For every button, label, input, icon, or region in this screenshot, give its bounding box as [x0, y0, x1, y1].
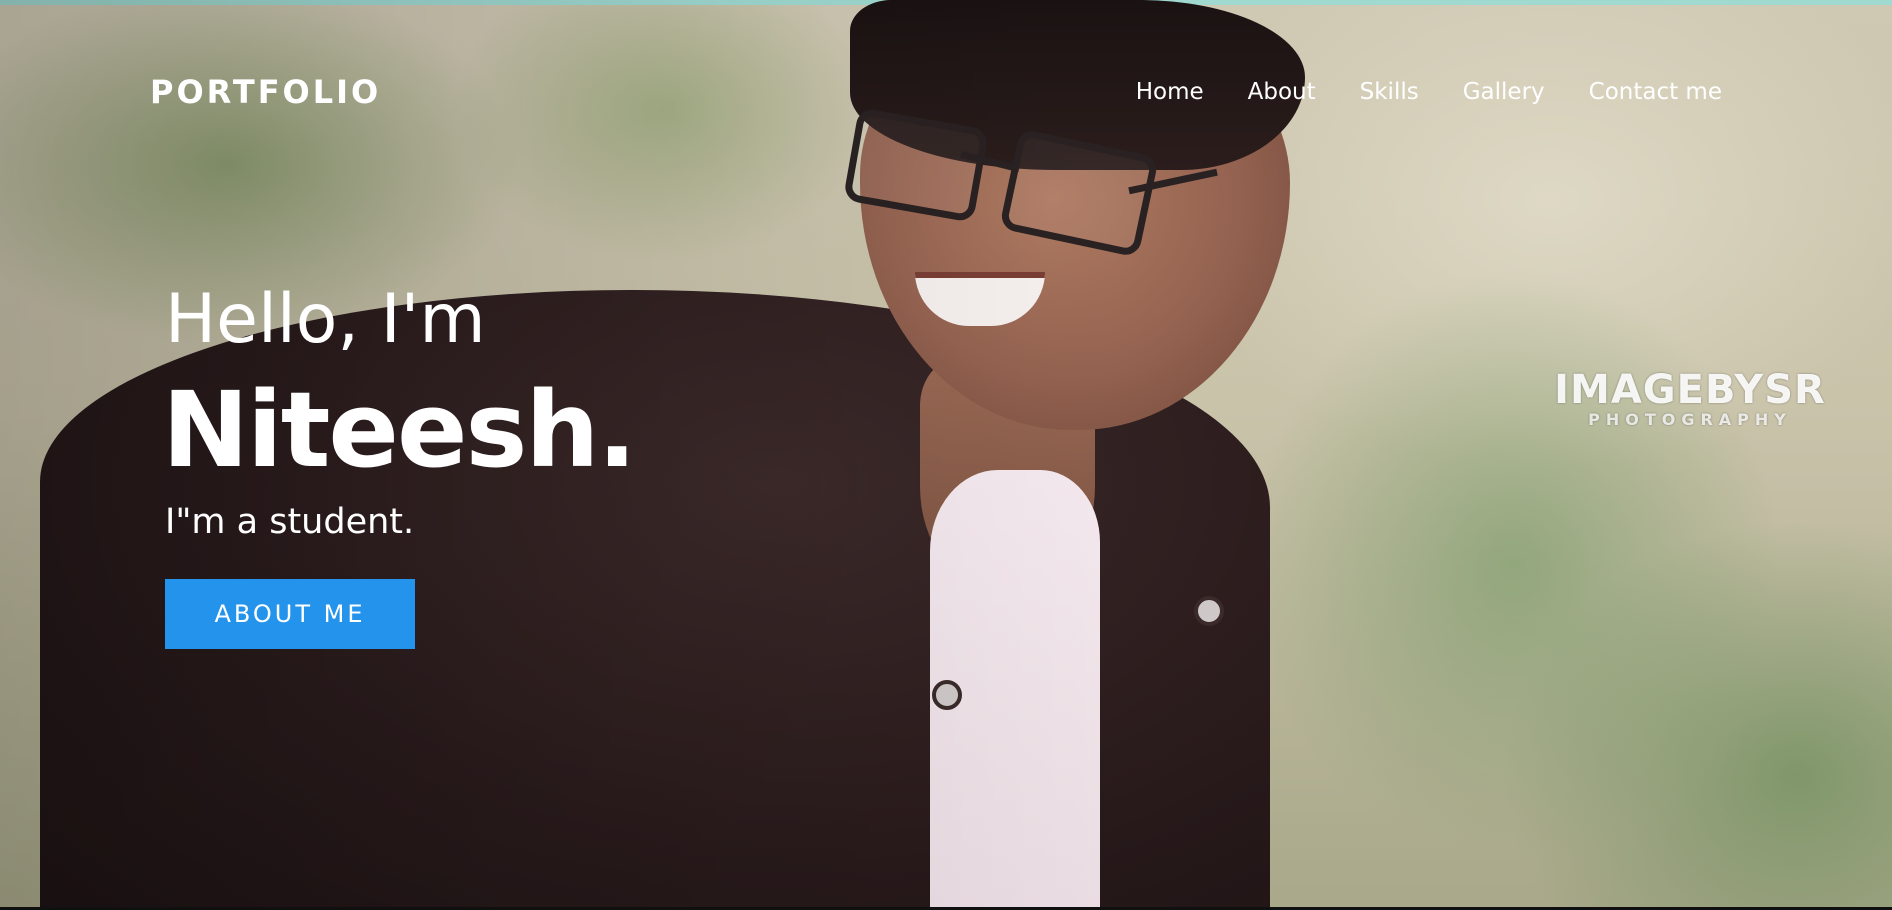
- brand-logo[interactable]: PORTFOLIO: [150, 72, 381, 112]
- photo-watermark: IMAGEBYSR PHOTOGRAPHY: [1545, 368, 1835, 428]
- hero-section: IMAGEBYSR PHOTOGRAPHY PORTFOLIO Home Abo…: [0, 0, 1892, 910]
- nav-item-gallery[interactable]: Gallery: [1463, 76, 1545, 108]
- nav-item-about[interactable]: About: [1248, 76, 1316, 108]
- watermark-sub-text: PHOTOGRAPHY: [1588, 410, 1792, 429]
- main-nav: Home About Skills Gallery Contact me: [1136, 76, 1722, 108]
- watermark-main-text: IMAGEBYSR: [1554, 367, 1826, 413]
- about-me-button[interactable]: ABOUT ME: [165, 579, 415, 649]
- nav-item-skills[interactable]: Skills: [1360, 76, 1419, 108]
- hero-name: Niteesh.: [162, 369, 637, 491]
- nav-item-home[interactable]: Home: [1136, 76, 1204, 108]
- hero-tagline: I"m a student.: [165, 502, 415, 542]
- hero-greeting: Hello, I'm: [165, 280, 486, 359]
- nav-item-contact[interactable]: Contact me: [1589, 76, 1722, 108]
